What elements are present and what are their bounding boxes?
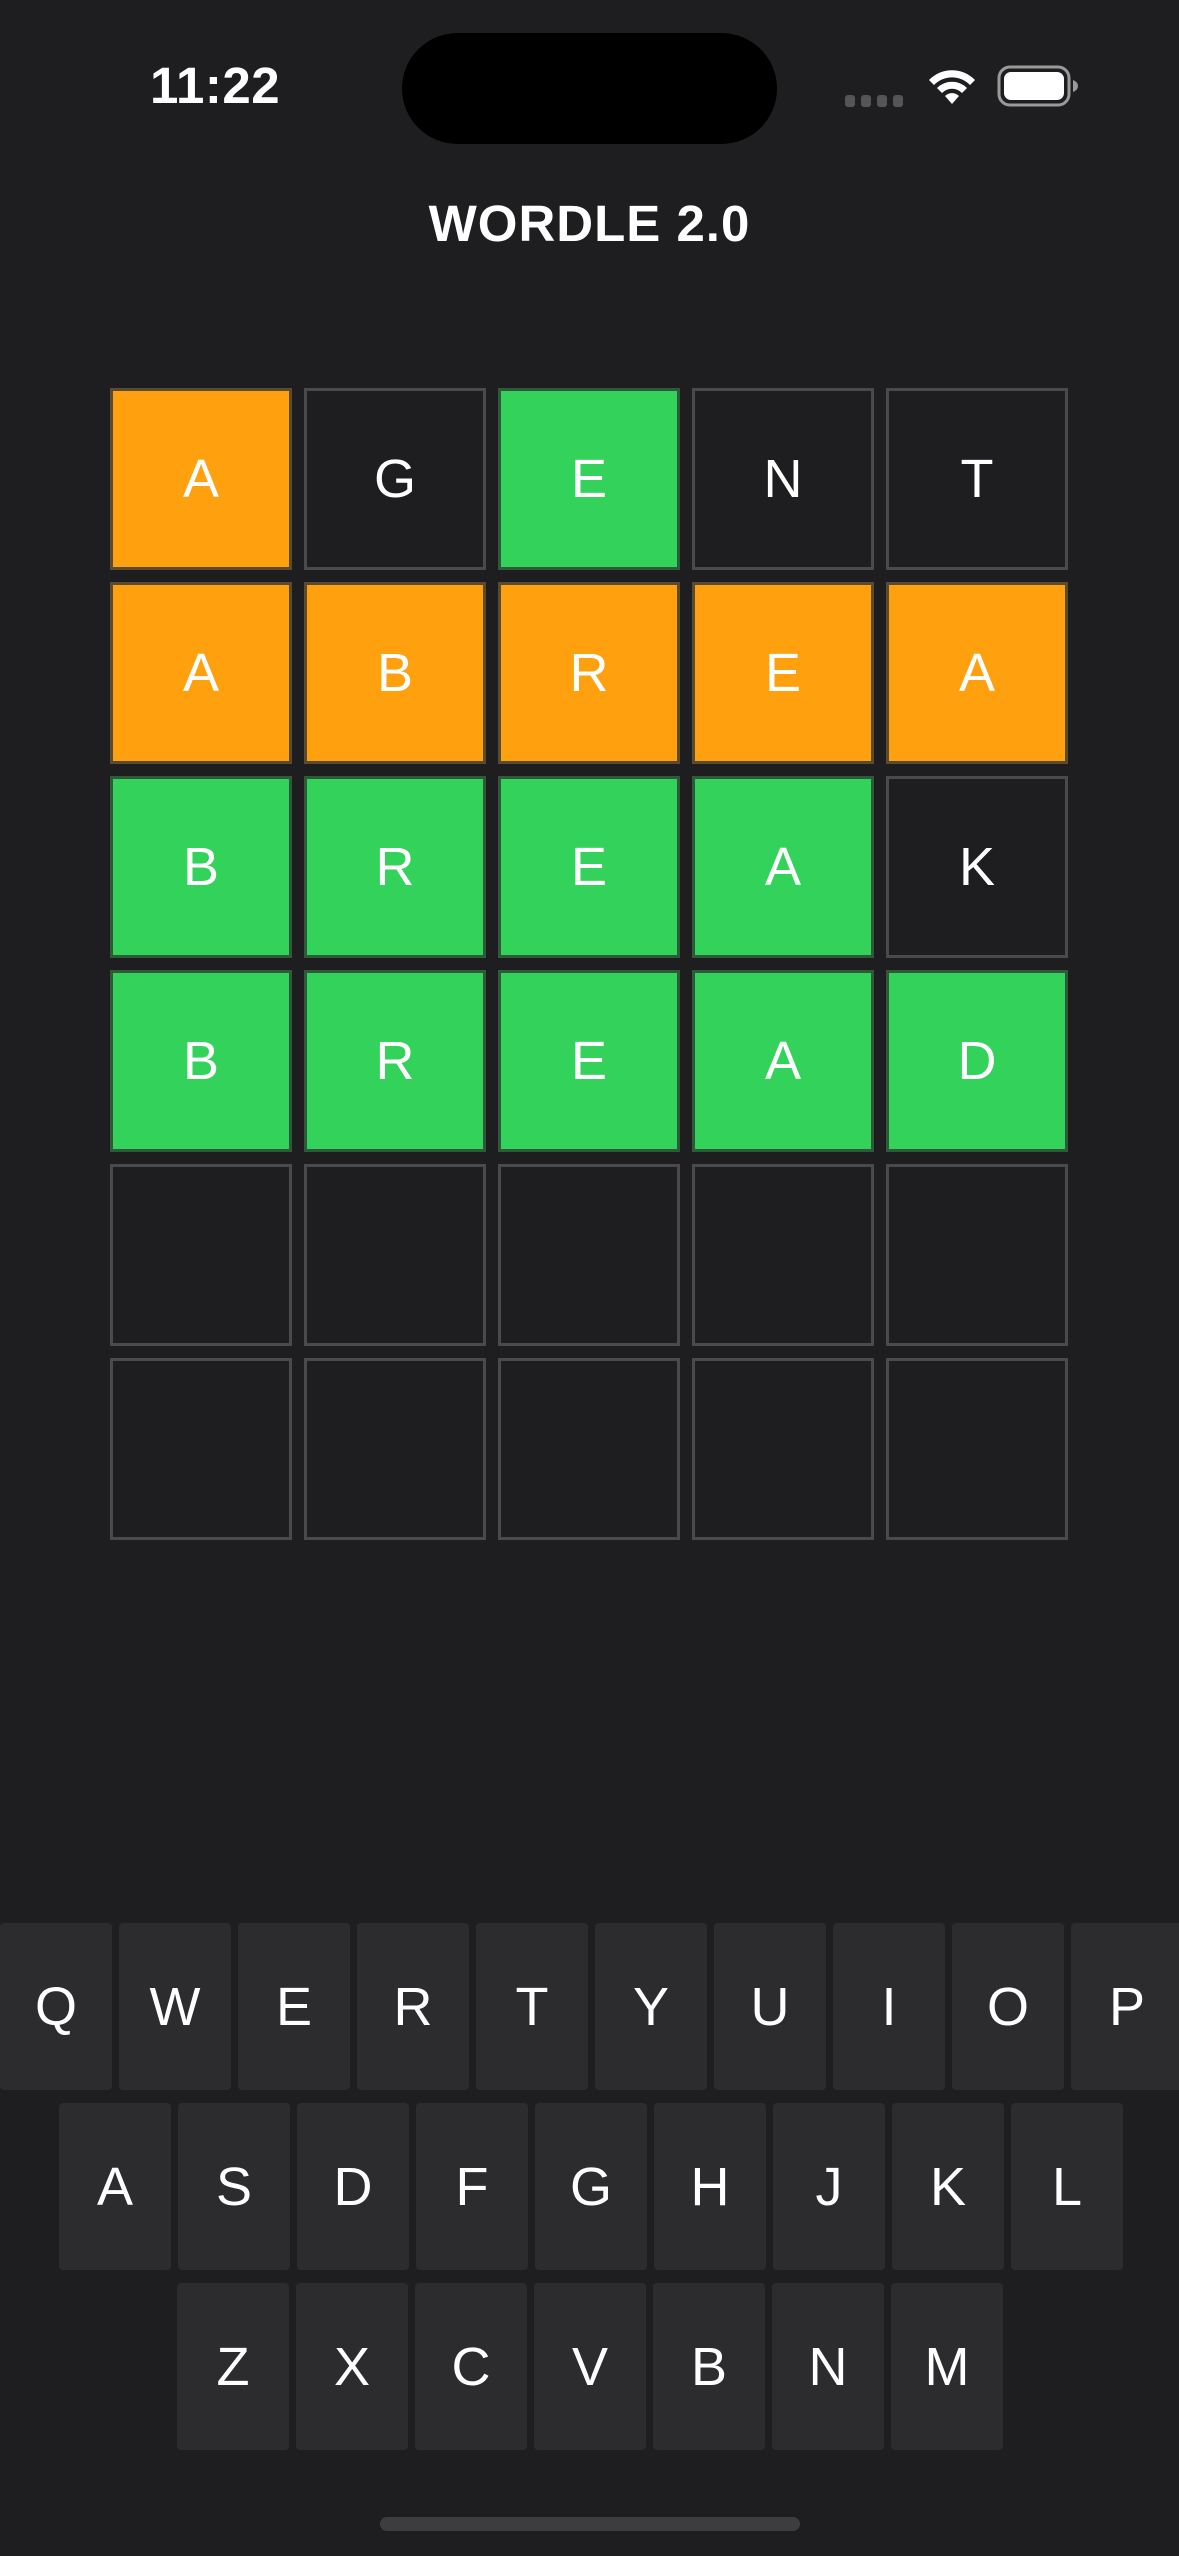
board-tile: R xyxy=(304,970,486,1152)
keyboard-row: QWERTYUIOP xyxy=(0,1923,1179,2090)
board-tile: A xyxy=(110,582,292,764)
board-tile: E xyxy=(692,582,874,764)
key-x[interactable]: X xyxy=(296,2283,408,2450)
board-tile xyxy=(692,1358,874,1540)
key-q[interactable]: Q xyxy=(0,1923,112,2090)
board-tile: N xyxy=(692,388,874,570)
board-tile: A xyxy=(692,970,874,1152)
board-row: ABREA xyxy=(110,582,1068,764)
keyboard-row: ZXCVBNM xyxy=(177,2283,1003,2450)
board-row: AGENT xyxy=(110,388,1068,570)
board-tile xyxy=(304,1164,486,1346)
board-tile: E xyxy=(498,776,680,958)
board-tile xyxy=(304,1358,486,1540)
key-c[interactable]: C xyxy=(415,2283,527,2450)
status-time: 11:22 xyxy=(150,57,281,114)
key-b[interactable]: B xyxy=(653,2283,765,2450)
page-title: WORDLE 2.0 xyxy=(428,195,751,252)
battery-icon xyxy=(997,65,1078,107)
board-tile: A xyxy=(110,388,292,570)
key-a[interactable]: A xyxy=(59,2103,171,2270)
key-k[interactable]: K xyxy=(892,2103,1004,2270)
board-tile: B xyxy=(304,582,486,764)
cellular-signal-icon xyxy=(845,95,905,107)
board-tile: G xyxy=(304,388,486,570)
key-u[interactable]: U xyxy=(714,1923,826,2090)
wifi-icon xyxy=(929,70,975,104)
keyboard-row: ASDFGHJKL xyxy=(59,2103,1123,2270)
board-tile: E xyxy=(498,970,680,1152)
board-tile xyxy=(692,1164,874,1346)
board-tile xyxy=(110,1358,292,1540)
key-v[interactable]: V xyxy=(534,2283,646,2450)
key-j[interactable]: J xyxy=(773,2103,885,2270)
app-screen: 11:22 WORDLE 2.0 AGENTABREABREAKBREAD QW… xyxy=(0,0,1179,2556)
board-tile xyxy=(886,1164,1068,1346)
board-tile xyxy=(110,1164,292,1346)
key-g[interactable]: G xyxy=(535,2103,647,2270)
key-p[interactable]: P xyxy=(1071,1923,1179,2090)
board-tile: A xyxy=(886,582,1068,764)
key-r[interactable]: R xyxy=(357,1923,469,2090)
board-tile: E xyxy=(498,388,680,570)
dynamic-island xyxy=(402,33,777,144)
board-tile xyxy=(498,1358,680,1540)
board-tile: R xyxy=(498,582,680,764)
board-tile xyxy=(498,1164,680,1346)
board-tile: A xyxy=(692,776,874,958)
key-y[interactable]: Y xyxy=(595,1923,707,2090)
board-tile: B xyxy=(110,970,292,1152)
board-row xyxy=(110,1164,1068,1346)
key-h[interactable]: H xyxy=(654,2103,766,2270)
key-m[interactable]: M xyxy=(891,2283,1003,2450)
key-d[interactable]: D xyxy=(297,2103,409,2270)
key-n[interactable]: N xyxy=(772,2283,884,2450)
board-row: BREAD xyxy=(110,970,1068,1152)
board-tile: D xyxy=(886,970,1068,1152)
board-tile: R xyxy=(304,776,486,958)
key-s[interactable]: S xyxy=(178,2103,290,2270)
key-w[interactable]: W xyxy=(119,1923,231,2090)
board-tile: B xyxy=(110,776,292,958)
board-tile xyxy=(886,1358,1068,1540)
board-row: BREAK xyxy=(110,776,1068,958)
home-indicator[interactable] xyxy=(380,2517,800,2531)
key-f[interactable]: F xyxy=(416,2103,528,2270)
board-tile: K xyxy=(886,776,1068,958)
key-i[interactable]: I xyxy=(833,1923,945,2090)
game-board: AGENTABREABREAKBREAD xyxy=(110,388,1068,1552)
board-row xyxy=(110,1358,1068,1540)
key-o[interactable]: O xyxy=(952,1923,1064,2090)
key-t[interactable]: T xyxy=(476,1923,588,2090)
key-z[interactable]: Z xyxy=(177,2283,289,2450)
key-e[interactable]: E xyxy=(238,1923,350,2090)
board-tile: T xyxy=(886,388,1068,570)
key-l[interactable]: L xyxy=(1011,2103,1123,2270)
